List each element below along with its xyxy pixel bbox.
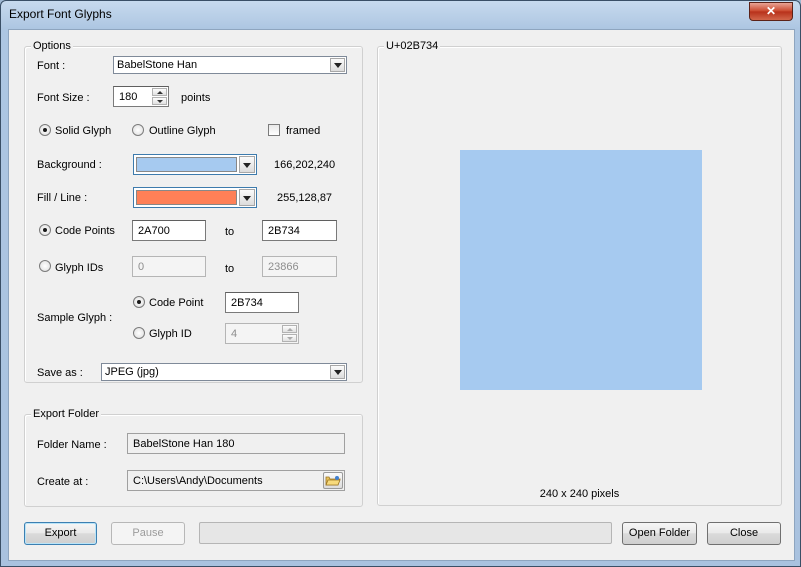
open-folder-button[interactable]: Open Folder [622, 522, 697, 545]
background-rgb: 166,202,240 [274, 159, 335, 171]
export-folder-group: Export Folder Folder Name : BabelStone H… [24, 414, 363, 507]
sample-code-point-label[interactable]: Code Point [149, 297, 203, 309]
fill-line-label: Fill / Line : [37, 192, 87, 204]
spin-down-icon[interactable] [152, 97, 167, 105]
sample-glyph-id-radio[interactable] [133, 327, 145, 339]
font-label: Font : [37, 60, 65, 72]
outline-glyph-radio[interactable] [132, 124, 144, 136]
glyph-ids-label[interactable]: Glyph IDs [55, 262, 103, 274]
code-points-to-input[interactable]: 2B734 [262, 220, 337, 241]
preview-group: U+02B734 𫜴 240 x 240 pixels [377, 46, 782, 506]
folder-name-field[interactable]: BabelStone Han 180 [127, 433, 345, 454]
glyph-ids-to-value: 23866 [268, 261, 299, 273]
background-swatch [136, 157, 237, 172]
code-points-label[interactable]: Code Points [55, 225, 115, 237]
create-at-value: C:\Users\Andy\Documents [133, 475, 263, 487]
sample-glyph-id-spinner[interactable] [282, 325, 297, 342]
background-color-picker[interactable] [133, 154, 257, 175]
solid-glyph-radio[interactable] [39, 124, 51, 136]
glyph-ids-from-input[interactable]: 0 [132, 256, 206, 277]
export-button[interactable]: Export [24, 522, 97, 545]
glyph-ids-to-input[interactable]: 23866 [262, 256, 337, 277]
options-group-label: Options [31, 40, 73, 52]
font-size-spinner[interactable] [152, 88, 167, 105]
window-close-button[interactable]: ✕ [749, 2, 793, 21]
title-bar[interactable]: Export Font Glyphs ✕ [1, 1, 800, 29]
create-at-field[interactable]: C:\Users\Andy\Documents [127, 470, 345, 491]
export-folder-group-label: Export Folder [31, 408, 101, 420]
preview-size-text: 240 x 240 pixels [378, 488, 781, 500]
dialog-client: Options Font : BabelStone Han Font Size … [8, 29, 795, 561]
spin-down-icon[interactable] [282, 334, 297, 342]
font-size-label: Font Size : [37, 92, 90, 104]
font-size-value: 180 [119, 91, 137, 103]
export-font-glyphs-window: Export Font Glyphs ✕ Options Font : Babe… [0, 0, 801, 567]
spin-up-icon[interactable] [282, 325, 297, 333]
glyph-ids-to-label: to [225, 263, 234, 275]
chevron-down-icon[interactable] [239, 156, 255, 173]
spin-up-icon[interactable] [152, 88, 167, 96]
sample-glyph-id-value: 4 [231, 328, 237, 340]
chevron-down-icon[interactable] [239, 189, 255, 206]
sample-code-point-value: 2B734 [231, 297, 263, 309]
preview-code-point-label: U+02B734 [384, 40, 440, 52]
folder-name-value: BabelStone Han 180 [133, 438, 235, 450]
pause-button[interactable]: Pause [111, 522, 185, 545]
folder-name-label: Folder Name : [37, 439, 107, 451]
sample-glyph-id-stepper[interactable]: 4 [225, 323, 299, 344]
framed-label[interactable]: framed [286, 125, 320, 137]
sample-glyph-label: Sample Glyph : [37, 312, 112, 324]
font-select-value: BabelStone Han [117, 59, 197, 71]
chevron-down-icon[interactable] [330, 365, 345, 379]
export-progress-bar [199, 522, 612, 544]
glyph-ids-from-value: 0 [138, 261, 144, 273]
save-as-label: Save as : [37, 367, 83, 379]
solid-glyph-label[interactable]: Solid Glyph [55, 125, 111, 137]
fill-line-color-picker[interactable] [133, 187, 257, 208]
code-points-to-value: 2B734 [268, 225, 300, 237]
sample-code-point-input[interactable]: 2B734 [225, 292, 299, 313]
framed-checkbox[interactable] [268, 124, 280, 136]
code-points-from-value: 2A700 [138, 225, 170, 237]
window-title: Export Font Glyphs [9, 7, 112, 21]
options-group: Options Font : BabelStone Han Font Size … [24, 46, 363, 383]
font-select[interactable]: BabelStone Han [113, 56, 347, 74]
glyph-preview-image: 𫜴 [460, 150, 702, 390]
code-points-radio[interactable] [39, 224, 51, 236]
code-points-from-input[interactable]: 2A700 [132, 220, 206, 241]
background-label: Background : [37, 159, 102, 171]
glyph-preview: 𫜴 [460, 150, 702, 390]
fill-line-rgb: 255,128,87 [277, 192, 332, 204]
browse-folder-button[interactable] [323, 472, 343, 489]
code-points-to-label: to [225, 226, 234, 238]
close-button[interactable]: Close [707, 522, 781, 545]
sample-glyph-id-label[interactable]: Glyph ID [149, 328, 192, 340]
font-size-unit: points [181, 92, 210, 104]
sample-code-point-radio[interactable] [133, 296, 145, 308]
chevron-down-icon[interactable] [330, 58, 345, 72]
save-as-value: JPEG (jpg) [105, 366, 159, 378]
close-icon: ✕ [766, 4, 776, 18]
fill-line-swatch [136, 190, 237, 205]
folder-open-icon [324, 473, 342, 488]
create-at-label: Create at : [37, 476, 88, 488]
font-size-stepper[interactable]: 180 [113, 86, 169, 107]
save-as-select[interactable]: JPEG (jpg) [101, 363, 347, 381]
outline-glyph-label[interactable]: Outline Glyph [149, 125, 216, 137]
glyph-ids-radio[interactable] [39, 260, 51, 272]
